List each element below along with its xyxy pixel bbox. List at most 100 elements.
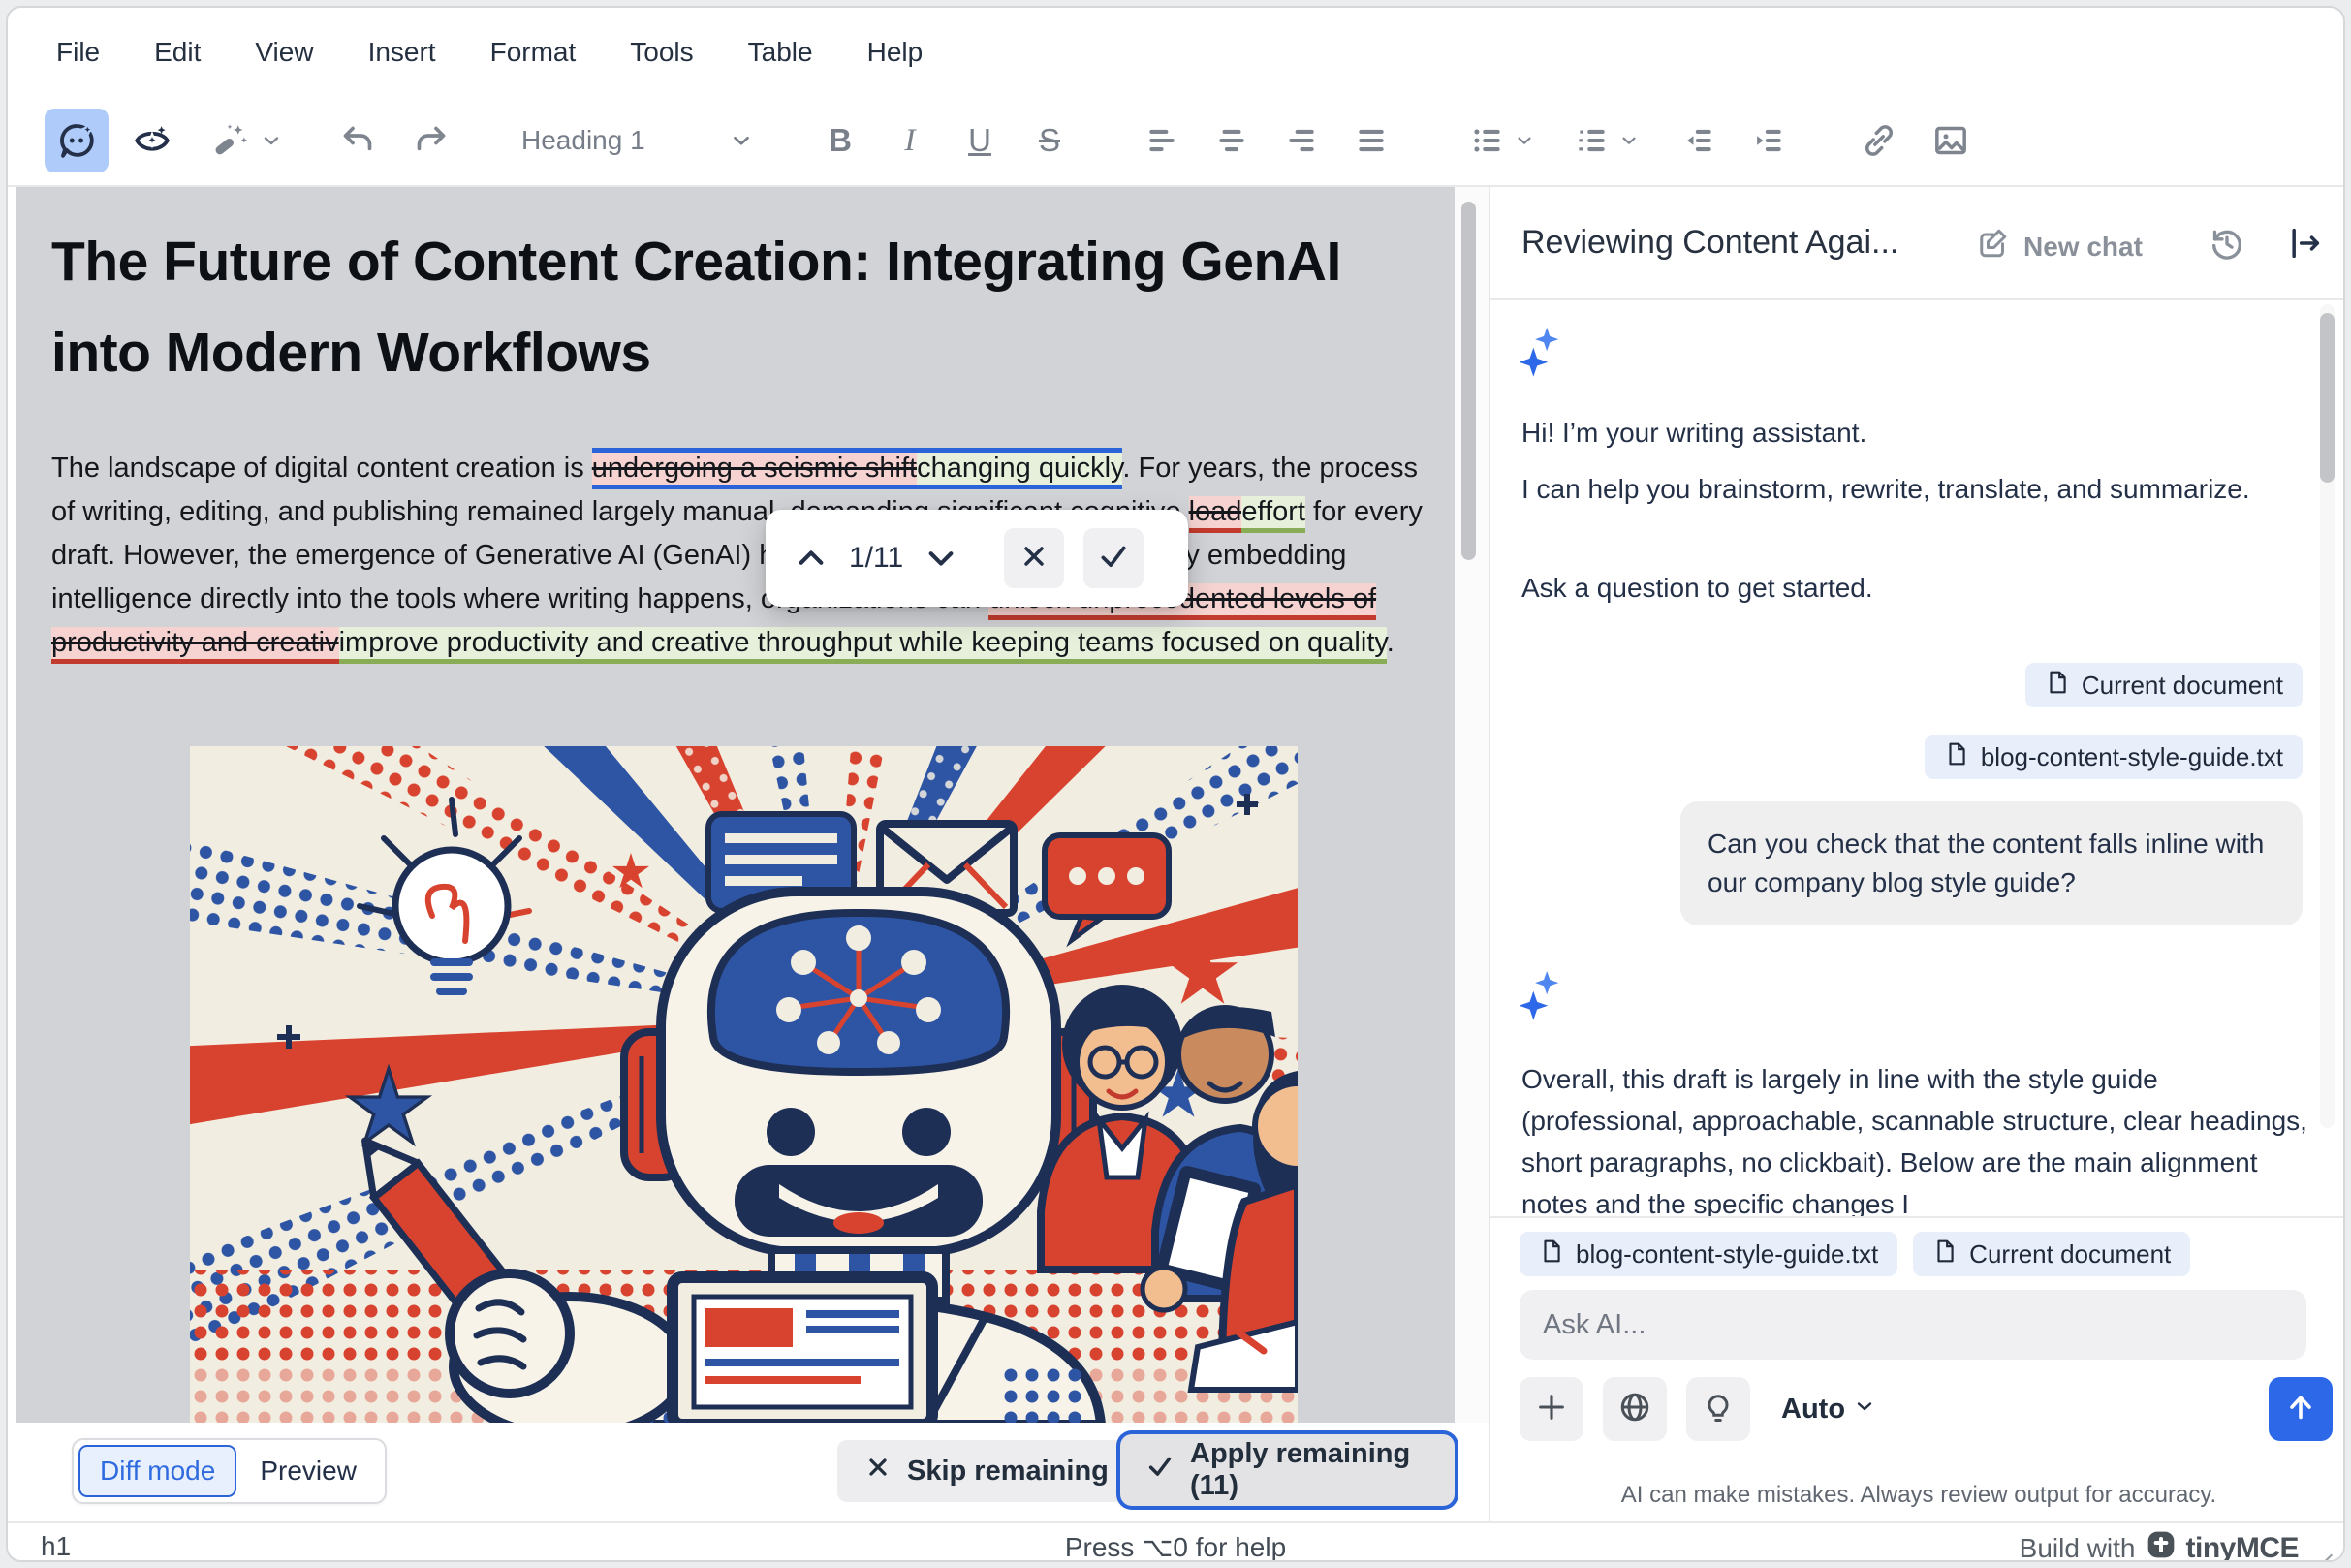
link-button[interactable] xyxy=(1847,109,1911,172)
link-icon xyxy=(1860,121,1898,160)
numbered-list-button[interactable] xyxy=(1558,109,1655,172)
align-center-icon xyxy=(1213,122,1250,159)
next-diff-button[interactable] xyxy=(923,540,959,577)
send-button[interactable] xyxy=(2269,1377,2333,1441)
bullet-list-button[interactable] xyxy=(1454,109,1551,172)
model-mode-select[interactable]: Auto xyxy=(1781,1377,1876,1441)
assistant-welcome-1: Hi! I’m your writing assistant. xyxy=(1521,418,1867,448)
tinymce-logo-icon xyxy=(2146,1529,2177,1560)
ask-ai-input[interactable]: Ask AI... xyxy=(1520,1290,2306,1360)
help-shortcut-hint: Press ⌥0 for help xyxy=(1064,1532,1287,1562)
image-button[interactable] xyxy=(1919,109,1983,172)
menu-file[interactable]: File xyxy=(56,37,100,68)
prev-diff-button[interactable] xyxy=(793,540,830,577)
menu-view[interactable]: View xyxy=(255,37,313,68)
menu-edit[interactable]: Edit xyxy=(154,37,201,68)
document-icon xyxy=(1932,1239,1958,1270)
align-right-icon xyxy=(1283,122,1320,159)
align-right-button[interactable] xyxy=(1270,109,1333,172)
app-window: File Edit View Insert Format Tools Table… xyxy=(6,6,2345,1562)
accept-diff-button[interactable] xyxy=(1083,528,1144,588)
menu-table[interactable]: Table xyxy=(748,37,813,68)
redo-button[interactable] xyxy=(399,109,463,172)
menu-insert[interactable]: Insert xyxy=(368,37,436,68)
ai-review-icon xyxy=(132,120,172,161)
strikethrough-button[interactable]: S xyxy=(1018,109,1081,172)
image-icon xyxy=(1931,121,1970,160)
align-justify-icon xyxy=(1353,122,1390,159)
preview-label: Preview xyxy=(260,1456,357,1486)
brand-prefix: Build with xyxy=(2019,1532,2136,1562)
doc-text: . xyxy=(1386,627,1395,658)
check-icon xyxy=(1145,1452,1175,1489)
skip-remaining-button[interactable]: Skip remaining xyxy=(837,1440,1136,1502)
new-chat-button[interactable]: New chat xyxy=(1975,226,2143,267)
reject-diff-button[interactable] xyxy=(1004,528,1065,588)
chip-label: blog-content-style-guide.txt xyxy=(1980,741,2283,771)
menu-bar: File Edit View Insert Format Tools Table… xyxy=(8,8,2343,97)
send-icon xyxy=(2283,1390,2318,1429)
sidebar-header: Reviewing Content Agai... New chat xyxy=(1490,187,2343,300)
ai-shortcuts-button[interactable] xyxy=(198,109,295,172)
align-left-icon xyxy=(1144,122,1180,159)
diff-ins[interactable]: improve productivity and creative throug… xyxy=(338,627,1387,664)
menu-format[interactable]: Format xyxy=(490,37,577,68)
attach-button[interactable] xyxy=(1520,1377,1583,1441)
diff-del[interactable]: load xyxy=(1188,496,1242,533)
ai-review-button[interactable] xyxy=(120,109,184,172)
context-chip-current-document[interactable]: Current document xyxy=(2024,663,2303,707)
context-chip-style-guide[interactable]: blog-content-style-guide.txt xyxy=(1924,735,2303,779)
diff-ins[interactable]: effort xyxy=(1241,496,1305,533)
menu-tools[interactable]: Tools xyxy=(630,37,693,68)
numbered-list-icon xyxy=(1574,122,1611,159)
diff-mode-toggle[interactable]: Diff mode xyxy=(78,1445,237,1497)
editor-scrollbar-thumb[interactable] xyxy=(1461,202,1476,560)
outdent-icon xyxy=(1680,122,1717,159)
indent-button[interactable] xyxy=(1737,109,1801,172)
collapse-panel-icon[interactable] xyxy=(2285,224,2324,267)
input-chip-current-document[interactable]: Current document xyxy=(1913,1232,2191,1276)
chat-message-list[interactable]: Hi! I’m your writing assistant. I can he… xyxy=(1490,300,2343,1216)
user-message-text: Can you check that the content falls inl… xyxy=(1708,829,2265,897)
document-icon xyxy=(1944,741,1969,773)
italic-button[interactable]: I xyxy=(878,109,942,172)
ai-assistant-button[interactable] xyxy=(45,109,109,172)
branding[interactable]: Build with tinyMCE xyxy=(2019,1529,2300,1562)
menu-help[interactable]: Help xyxy=(867,37,924,68)
bold-button[interactable]: B xyxy=(808,109,872,172)
chevron-down-icon xyxy=(1618,130,1640,151)
chip-label: blog-content-style-guide.txt xyxy=(1576,1239,1879,1269)
align-justify-button[interactable] xyxy=(1339,109,1403,172)
ask-ai-placeholder: Ask AI... xyxy=(1543,1308,1646,1340)
editor-canvas[interactable]: The Future of Content Creation: Integrat… xyxy=(16,187,1455,1423)
align-left-button[interactable] xyxy=(1130,109,1194,172)
outdent-button[interactable] xyxy=(1667,109,1731,172)
document-illustration[interactable] xyxy=(190,746,1298,1423)
diff-counter: 1/11 xyxy=(849,542,904,574)
new-chat-label: New chat xyxy=(2023,231,2143,262)
new-chat-icon xyxy=(1975,226,2010,267)
diff-action-bar: Diff mode Preview Skip remaining Apply r… xyxy=(16,1423,1455,1521)
web-search-button[interactable] xyxy=(1603,1377,1667,1441)
underline-button[interactable]: U xyxy=(948,109,1012,172)
diff-nav-popup: 1/11 xyxy=(766,510,1188,607)
resize-handle-icon[interactable] xyxy=(2310,1545,2335,1560)
align-center-button[interactable] xyxy=(1200,109,1264,172)
diff-ins[interactable]: changing quickly xyxy=(917,448,1123,489)
apply-remaining-button[interactable]: Apply remaining (11) xyxy=(1120,1434,1455,1506)
input-chip-style-guide[interactable]: blog-content-style-guide.txt xyxy=(1520,1232,1898,1276)
undo-button[interactable] xyxy=(326,109,390,172)
chat-scrollbar-thumb[interactable] xyxy=(2320,313,2335,483)
close-icon xyxy=(864,1454,892,1489)
undo-icon xyxy=(338,121,377,160)
document-title: The Future of Content Creation: Integrat… xyxy=(51,231,1341,384)
chat-title: Reviewing Content Agai... xyxy=(1521,224,1899,261)
ideas-button[interactable] xyxy=(1686,1377,1750,1441)
document-icon xyxy=(1539,1239,1564,1270)
ai-disclaimer: AI can make mistakes. Always review outp… xyxy=(1620,1482,2217,1508)
block-format-select[interactable]: Heading 1 xyxy=(508,109,768,172)
chat-history-button[interactable] xyxy=(2208,224,2246,267)
preview-toggle[interactable]: Preview xyxy=(236,1445,380,1497)
redo-icon xyxy=(412,121,451,160)
diff-del[interactable]: undergoing a seismic shift xyxy=(591,448,918,489)
